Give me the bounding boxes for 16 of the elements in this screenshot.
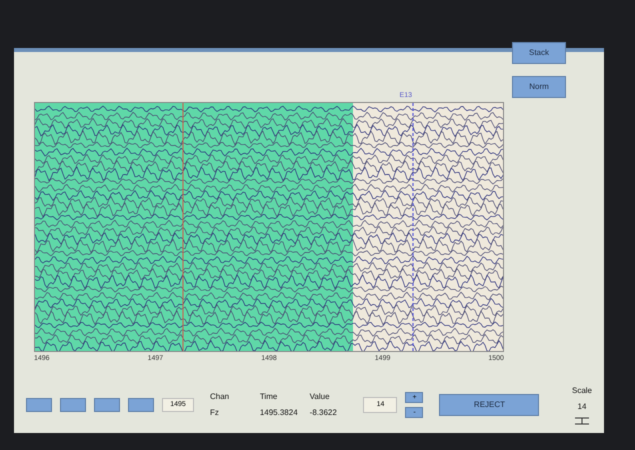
scale-label: Scale xyxy=(572,385,592,397)
nav-button[interactable] xyxy=(60,398,86,412)
nav-button[interactable] xyxy=(94,398,120,412)
readout-value: Fz xyxy=(210,407,220,419)
scale-value: 14 xyxy=(578,401,586,413)
readout-value: -8.3622 xyxy=(310,407,338,419)
nav-button[interactable] xyxy=(26,398,52,412)
side-button[interactable]: Norm xyxy=(512,76,566,98)
reject-button[interactable]: REJECT xyxy=(439,394,540,416)
readout-value: 1495.3824 xyxy=(260,407,298,419)
readout-header: Value xyxy=(310,391,331,403)
readout-header: Time xyxy=(260,391,278,403)
side-button[interactable]: Stack xyxy=(512,42,566,64)
scale-bar-icon xyxy=(574,417,590,425)
readout-header: Chan xyxy=(210,391,230,403)
nav-button[interactable] xyxy=(128,398,154,412)
